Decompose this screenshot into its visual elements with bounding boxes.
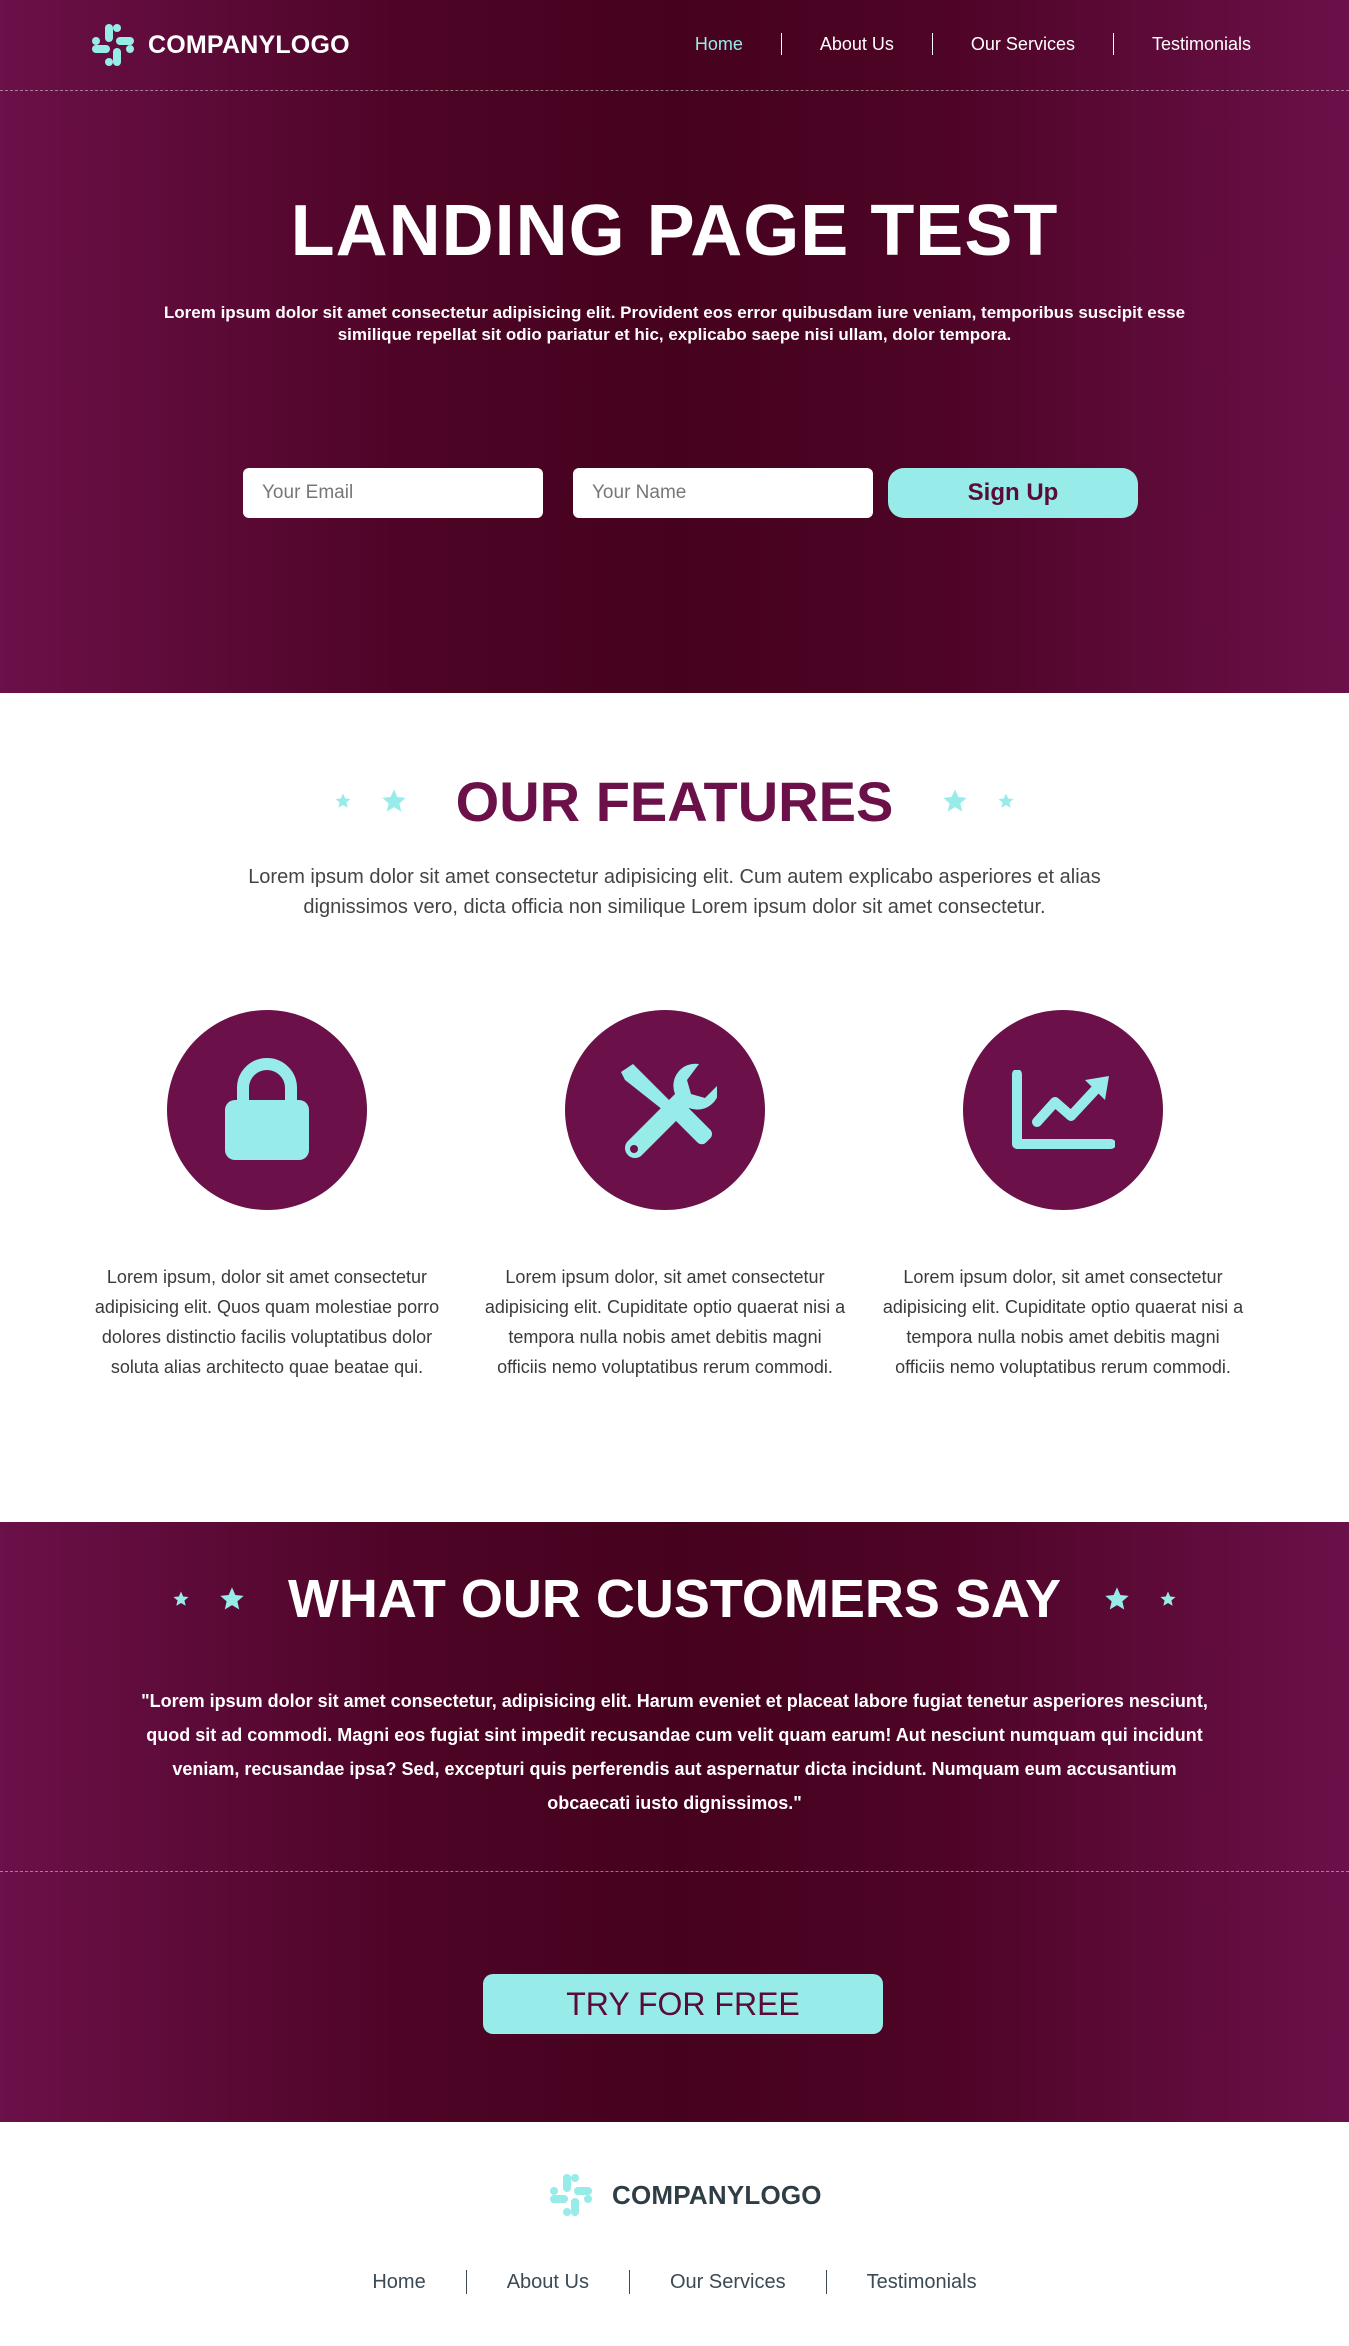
header-logo-text: COMPANYLOGO [148,30,350,59]
feature-card: Lorem ipsum, dolor sit amet consectetur … [82,1010,452,1382]
footer-nav-about-us[interactable]: About Us [465,2270,629,2294]
feature-text: Lorem ipsum dolor, sit amet consectetur … [484,1267,846,1377]
header-logo[interactable]: COMPANYLOGO [90,22,350,68]
logo-icon [550,2174,592,2216]
nav-our-services[interactable]: Our Services [931,33,1113,55]
lock-icon [225,1058,309,1160]
nav-home[interactable]: Home [657,33,781,55]
top-nav: Home About Us Our Services Testimonials [657,33,1251,55]
feature-text: Lorem ipsum, dolor sit amet consectetur … [94,1267,440,1377]
nav-testimonials[interactable]: Testimonials [1112,33,1251,55]
feature-card: Lorem ipsum dolor, sit amet consectetur … [878,1010,1248,1382]
star-large-icon [1105,1587,1129,1610]
footer-nav-our-services[interactable]: Our Services [628,2270,826,2294]
signup-button[interactable]: Sign Up [888,468,1138,518]
footer-nav-home[interactable]: Home [332,2270,465,2294]
star-large-icon [382,789,406,812]
feature-icon-circle [167,1010,367,1210]
features-heading: OUR FEATURES [0,768,1349,834]
chart-line-icon [1012,1070,1115,1149]
star-small-icon [998,793,1014,808]
name-field[interactable] [573,468,873,518]
nav-about-us[interactable]: About Us [780,33,932,55]
footer-nav-testimonials[interactable]: Testimonials [825,2270,1017,2294]
testimonial-divider [0,1871,1349,1872]
feature-card: Lorem ipsum dolor, sit amet consectetur … [480,1010,850,1382]
testimonial-quote: "Lorem ipsum dolor sit amet consectetur,… [141,1691,1208,1813]
customers-title-post: SAY [954,1569,1062,1629]
header-divider [0,90,1349,91]
feature-icon-circle [963,1010,1163,1210]
star-large-icon [220,1587,244,1610]
star-small-icon [335,793,351,808]
customers-title-pre: WHAT [287,1569,446,1629]
hero-section: COMPANYLOGO Home About Us Our Services T… [0,0,1349,693]
features-description: Lorem ipsum dolor sit amet consectetur a… [248,866,1101,918]
feature-text: Lorem ipsum dolor, sit amet consectetur … [882,1267,1244,1377]
footer-logo-text: COMPANYLOGO [612,2179,822,2210]
customers-heading: WHAT OUR CUSTOMERS SAY [0,1566,1349,1632]
logo-icon [92,24,134,66]
footer-nav: Home About Us Our Services Testimonials [0,2270,1349,2294]
tools-icon [621,1063,717,1158]
try-for-free-button[interactable]: TRY FOR FREE [483,1974,883,2034]
features-title-light: OUR [455,769,581,833]
hero-description: Lorem ipsum dolor sit amet consectetur a… [163,303,1186,344]
feature-icon-circle [565,1010,765,1210]
footer-logo[interactable]: COMPANYLOGO [548,2172,822,2218]
email-field[interactable] [243,468,543,518]
features-title: OUR FEATURES [456,769,894,834]
star-small-icon [1160,1591,1176,1606]
features-title-bold: FEATURES [595,769,894,833]
customers-title-bold: OUR CUSTOMERS [460,1569,940,1629]
star-small-icon [173,1591,189,1606]
hero-title: LANDING PAGE TEST [290,191,1059,271]
star-large-icon [943,789,967,812]
customers-title: WHAT OUR CUSTOMERS SAY [288,1568,1061,1630]
